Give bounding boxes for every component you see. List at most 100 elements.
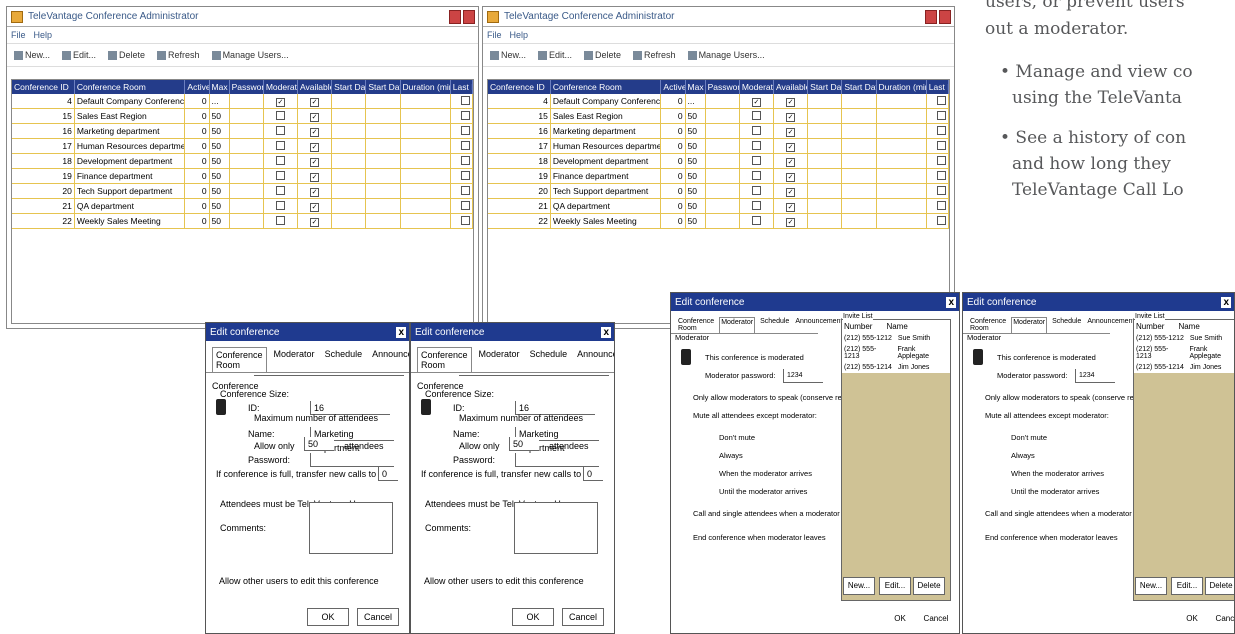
menu-help[interactable]: Help [510, 30, 529, 40]
column-header[interactable]: Conference ID [488, 80, 551, 94]
available-checkbox[interactable]: ✓ [310, 217, 320, 227]
row-checkbox[interactable] [937, 140, 946, 150]
close-button[interactable] [463, 9, 475, 24]
list-item[interactable]: (212) 555-1212 Sue Smith [842, 333, 950, 344]
row-checkbox[interactable] [461, 110, 470, 120]
cancel-button[interactable]: Cancel [357, 608, 399, 626]
row-checkbox[interactable] [461, 185, 470, 195]
always-radio[interactable]: Always [1011, 451, 1035, 460]
edit-button[interactable]: Edit... [879, 577, 911, 595]
column-header[interactable]: Moderated [739, 80, 774, 94]
close-button[interactable]: x [1221, 296, 1231, 308]
moderated-checkbox[interactable] [751, 200, 761, 210]
close-button[interactable]: x [601, 326, 611, 338]
manage-users-button[interactable]: Manage Users... [209, 49, 292, 61]
max-attendees-radio[interactable]: Maximum number of attendees [459, 413, 583, 423]
row-checkbox[interactable] [937, 185, 946, 195]
refresh-button[interactable]: Refresh [154, 49, 203, 61]
table-row[interactable]: 15 Sales East Region 0 50 ✓ [12, 108, 473, 124]
call-end-checkbox[interactable]: Call and single attendees when a moderat… [985, 509, 1149, 518]
available-checkbox[interactable]: ✓ [310, 172, 320, 182]
available-checkbox[interactable]: ✓ [310, 187, 320, 197]
end-conf-checkbox[interactable]: End conference when moderator leaves [693, 533, 826, 542]
column-header[interactable]: Duration (mins) [876, 80, 927, 94]
column-header[interactable]: Start Date [807, 80, 843, 94]
table-row[interactable]: 4 Default Company Conference 0... ✓ ✓ [12, 94, 473, 109]
maximize-button[interactable] [449, 9, 461, 24]
invite-list[interactable]: Number Name (212) 555-1212 Sue Smith (212) 5… [1133, 319, 1234, 601]
new-button[interactable]: New... [843, 577, 875, 595]
delete-button[interactable]: Delete [105, 49, 148, 61]
tab-conference-room[interactable]: Conference Room [212, 347, 267, 372]
column-header[interactable]: Active [660, 80, 686, 94]
cancel-button[interactable]: Cancel [1211, 611, 1234, 629]
column-header[interactable]: Start Date [365, 80, 401, 94]
menu-file[interactable]: File [11, 30, 26, 40]
moderator-password-input[interactable]: 1234 [1075, 369, 1115, 383]
column-header[interactable]: Password [705, 80, 740, 94]
column-header[interactable]: Last Di [450, 80, 473, 94]
row-checkbox[interactable] [461, 95, 470, 105]
tab-conference-room[interactable]: Conference Room [969, 317, 1007, 333]
tab-schedule[interactable]: Schedule [527, 347, 571, 372]
moderated-checkbox[interactable] [751, 185, 761, 195]
close-button[interactable]: x [396, 326, 406, 338]
moderated-checkbox[interactable] [751, 170, 761, 180]
available-checkbox[interactable]: ✓ [310, 127, 320, 137]
moderated-checkbox[interactable] [275, 200, 285, 210]
allow-count-input[interactable]: 50 [509, 437, 539, 451]
table-row[interactable]: 21 QA department 0 50 ✓ [488, 198, 949, 214]
delete-button[interactable]: Delete [1205, 577, 1234, 595]
row-checkbox[interactable] [937, 110, 946, 120]
tab-conference-room[interactable]: Conference Room [417, 347, 472, 372]
moderated-checkbox[interactable] [751, 140, 761, 150]
row-checkbox[interactable] [461, 170, 470, 180]
ok-button[interactable]: OK [883, 611, 917, 629]
moderated-checkbox[interactable] [751, 215, 761, 225]
column-header[interactable]: Available [297, 80, 333, 94]
menu-file[interactable]: File [487, 30, 502, 40]
column-header[interactable]: Password [229, 80, 264, 94]
ok-button[interactable]: OK [512, 608, 554, 626]
delete-button[interactable]: Delete [913, 577, 945, 595]
column-header[interactable]: Active [184, 80, 210, 94]
available-checkbox[interactable]: ✓ [786, 217, 796, 227]
cancel-button[interactable]: Cancel [919, 611, 953, 629]
table-row[interactable]: 22 Weekly Sales Meeting 0 50 ✓ [12, 213, 473, 229]
moderated-checkbox[interactable]: This conference is moderated [997, 353, 1096, 362]
delete-button[interactable]: Delete [581, 49, 624, 61]
table-row[interactable]: 15 Sales East Region 0 50 ✓ [488, 108, 949, 124]
edit-button[interactable]: Edit... [1171, 577, 1203, 595]
available-checkbox[interactable]: ✓ [786, 97, 796, 107]
allow-only-radio[interactable]: Allow only [254, 441, 295, 451]
password-input[interactable] [515, 453, 599, 467]
available-checkbox[interactable]: ✓ [310, 142, 320, 152]
moderated-checkbox[interactable] [275, 215, 285, 225]
tab-moderator[interactable]: Moderator [271, 347, 318, 372]
table-row[interactable]: 16 Marketing department 0 50 ✓ [12, 123, 473, 139]
new-button[interactable]: New... [11, 49, 53, 61]
refresh-button[interactable]: Refresh [630, 49, 679, 61]
end-conf-checkbox[interactable]: End conference when moderator leaves [985, 533, 1118, 542]
tab-announcements[interactable]: Announcements [369, 347, 409, 372]
available-checkbox[interactable]: ✓ [786, 142, 796, 152]
table-row[interactable]: 20 Tech Support department 0 50 ✓ [12, 183, 473, 199]
available-checkbox[interactable]: ✓ [786, 172, 796, 182]
moderator-password-input[interactable]: 1234 [783, 369, 823, 383]
row-checkbox[interactable] [937, 95, 946, 105]
tab-moderator[interactable]: Moderator [1011, 317, 1048, 333]
until-arrives-radio[interactable]: Until the moderator arrives [719, 487, 807, 496]
moderated-checkbox[interactable] [275, 125, 285, 135]
manage-users-button[interactable]: Manage Users... [685, 49, 768, 61]
available-checkbox[interactable]: ✓ [786, 157, 796, 167]
allow-count-input[interactable]: 50 [304, 437, 334, 451]
column-header[interactable]: Moderated [263, 80, 298, 94]
until-arrives-radio[interactable]: Until the moderator arrives [1011, 487, 1099, 496]
new-button[interactable]: New... [1135, 577, 1167, 595]
table-row[interactable]: 22 Weekly Sales Meeting 0 50 ✓ [488, 213, 949, 229]
list-item[interactable]: (212) 555-1214 Jim Jones [1134, 362, 1234, 373]
column-header[interactable]: Max [209, 80, 230, 94]
column-header[interactable]: Start Date [331, 80, 367, 94]
dont-mute-radio[interactable]: Don't mute [719, 433, 755, 442]
table-row[interactable]: 20 Tech Support department 0 50 ✓ [488, 183, 949, 199]
